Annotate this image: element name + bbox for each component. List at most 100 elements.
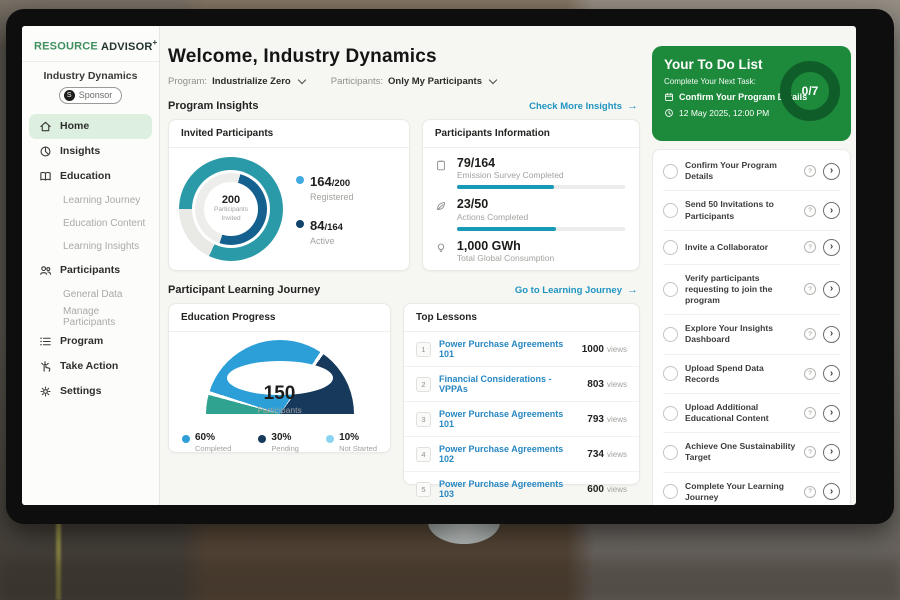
task-label: Achieve One Sustainability Target [685, 441, 797, 463]
help-icon[interactable]: ? [804, 368, 816, 380]
metric-value: 79/164 [457, 156, 625, 170]
task-open-button[interactable]: › [823, 239, 840, 256]
lesson-link[interactable]: Power Purchase Agreements 103 [439, 479, 579, 499]
task-checkbox[interactable] [663, 327, 678, 342]
link-label: Check More Insights [529, 101, 622, 112]
invited-participants-card: Invited Participants 200 Participants In… [168, 119, 410, 271]
task-checkbox[interactable] [663, 366, 678, 381]
lesson-row: 5 Power Purchase Agreements 103 600views [404, 472, 639, 505]
task-open-button[interactable]: › [823, 326, 840, 343]
invited-participants-card-title: Invited Participants [169, 120, 409, 148]
sidebar-item-program[interactable]: Program [29, 329, 152, 354]
sidebar-item-settings[interactable]: Settings [29, 379, 152, 404]
help-icon[interactable]: ? [804, 241, 816, 253]
todo-summary-card: Your To Do List Complete Your Next Task:… [652, 46, 851, 141]
program-insights-title: Program Insights [168, 100, 258, 112]
dashboard-screen: RESOURCEADVISOR+ Industry Dynamics S Spo… [22, 26, 856, 505]
list-icon [38, 335, 52, 348]
sidebar-item-participants[interactable]: Participants [29, 258, 152, 283]
lesson-link[interactable]: Power Purchase Agreements 101 [439, 409, 579, 429]
home-icon [38, 120, 52, 133]
clipboard-icon [435, 156, 449, 189]
logo-secondary: ADVISOR [101, 41, 153, 53]
task-checkbox[interactable] [663, 164, 678, 179]
sponsor-badge: S Sponsor [59, 87, 123, 104]
lesson-link[interactable]: Financial Considerations - VPPAs [439, 374, 579, 394]
task-open-button[interactable]: › [823, 163, 840, 180]
task-open-button[interactable]: › [823, 483, 840, 500]
help-icon[interactable]: ? [804, 407, 816, 419]
task-open-button[interactable]: › [823, 202, 840, 219]
active-label: Active [310, 236, 343, 246]
metric-value: 23/50 [457, 197, 625, 211]
lesson-rank: 3 [416, 412, 431, 427]
participants-filter-value: Only My Participants [388, 76, 482, 87]
help-icon[interactable]: ? [804, 283, 816, 295]
check-more-insights-link[interactable]: Check More Insights → [529, 101, 638, 112]
help-icon[interactable]: ? [804, 205, 816, 217]
app-logo: RESOURCEADVISOR+ [22, 36, 159, 61]
task-checkbox[interactable] [663, 445, 678, 460]
registered-label: Registered [310, 192, 354, 202]
task-row: Upload Additional Educational Content ? … [663, 394, 840, 433]
task-checkbox[interactable] [663, 484, 678, 499]
todo-datetime-label: 12 May 2025, 12:00 PM [679, 108, 769, 118]
sidebar-item-insights[interactable]: Insights [29, 139, 152, 164]
views-suffix: views [607, 485, 627, 494]
sidebar-item-learning-insights[interactable]: Learning Insights [29, 235, 152, 258]
task-checkbox[interactable] [663, 203, 678, 218]
task-row: Send 50 Invitations to Participants ? › [663, 191, 840, 230]
legend-item-pending: 30% Pending [258, 432, 299, 453]
gauge-center-value: 150 [169, 384, 390, 403]
program-filter-dropdown[interactable]: Program: Industrialize Zero [168, 76, 305, 87]
help-icon[interactable]: ? [804, 165, 816, 177]
active-total: /164 [324, 222, 343, 233]
todo-column: Your To Do List Complete Your Next Task:… [652, 26, 856, 505]
sidebar-item-take-action[interactable]: Take Action [29, 354, 152, 379]
participants-information-card: Participants Information 79/164 Emission… [422, 119, 640, 271]
task-row: Achieve One Sustainability Target ? › [663, 433, 840, 472]
task-open-button[interactable]: › [823, 281, 840, 298]
completed-dot-icon [182, 435, 190, 443]
sidebar-item-education-content[interactable]: Education Content [29, 212, 152, 235]
pending-percent: 30% [271, 432, 299, 444]
task-checkbox[interactable] [663, 406, 678, 421]
go-to-learning-journey-link[interactable]: Go to Learning Journey → [515, 285, 638, 296]
top-lessons-card-title: Top Lessons [404, 304, 639, 332]
task-label: Send 50 Invitations to Participants [685, 199, 797, 221]
sidebar-item-manage-participants[interactable]: Manage Participants [29, 306, 152, 329]
participants-filter-dropdown[interactable]: Participants: Only My Participants [331, 76, 496, 87]
task-open-button[interactable]: › [823, 405, 840, 422]
chevron-down-icon [297, 76, 305, 84]
task-checkbox[interactable] [663, 240, 678, 255]
lesson-link[interactable]: Power Purchase Agreements 102 [439, 444, 579, 464]
clock-icon [664, 108, 674, 118]
progress-fill [457, 227, 556, 231]
lesson-rank: 4 [416, 447, 431, 462]
lesson-rank: 1 [416, 342, 431, 357]
participants-information-card-title: Participants Information [423, 120, 639, 148]
not-started-dot-icon [326, 435, 334, 443]
task-label: Explore Your Insights Dashboard [685, 323, 797, 345]
help-icon[interactable]: ? [804, 486, 816, 498]
sidebar-item-home[interactable]: Home [29, 114, 152, 139]
help-icon[interactable]: ? [804, 446, 816, 458]
legend-item-registered: 164/200 Registered [296, 173, 354, 202]
sidebar-item-learning-journey[interactable]: Learning Journey [29, 189, 152, 212]
task-row: Invite a Collaborator ? › [663, 231, 840, 265]
task-checkbox[interactable] [663, 282, 678, 297]
task-row: Upload Spend Data Records ? › [663, 355, 840, 394]
task-label: Confirm Your Program Details [685, 160, 797, 182]
lesson-views: 793 [587, 414, 604, 425]
sidebar-item-general-data[interactable]: General Data [29, 283, 152, 306]
sidebar-item-label: Education [60, 170, 111, 182]
legend-item-active: 84/164 Active [296, 217, 354, 246]
insights-icon [38, 145, 52, 158]
sidebar-item-education[interactable]: Education [29, 164, 152, 189]
task-open-button[interactable]: › [823, 365, 840, 382]
invited-donut-center: 200 Participants Invited [204, 182, 258, 236]
help-icon[interactable]: ? [804, 328, 816, 340]
todo-progress-ring: 0/7 [780, 61, 840, 121]
lesson-link[interactable]: Power Purchase Agreements 101 [439, 339, 574, 359]
task-open-button[interactable]: › [823, 444, 840, 461]
